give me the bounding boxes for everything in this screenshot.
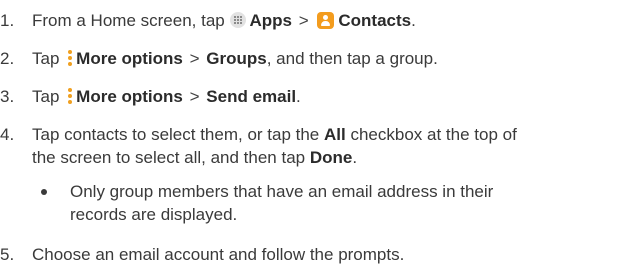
step-text-line-2: the screen to select all, and then tap D… — [32, 146, 642, 169]
step-text-line-1: Tap contacts to select them, or tap the … — [32, 123, 642, 146]
step-suffix: . — [296, 87, 301, 106]
more-options-label: More options — [76, 49, 183, 68]
step-line1-prefix: Tap contacts to select them, or tap the — [32, 125, 320, 144]
step-number: 2. — [0, 49, 15, 68]
step-suffix: , and then tap a group. — [266, 49, 438, 68]
step-prefix: From a Home screen, tap — [32, 11, 225, 30]
done-label: Done — [309, 148, 353, 167]
groups-label: Groups — [206, 49, 267, 68]
send-email-label: Send email — [206, 87, 297, 106]
step-line2-suffix: . — [352, 148, 358, 167]
bullet-dot — [41, 189, 47, 195]
step-prefix: Tap — [32, 49, 60, 68]
contacts-app-icon — [317, 12, 335, 29]
menu-separator: > — [189, 87, 200, 106]
note-line-1: Only group members that have an email ad… — [70, 182, 494, 201]
step-suffix: . — [411, 11, 416, 30]
apps-label: Apps — [249, 11, 292, 30]
menu-separator: > — [298, 11, 309, 30]
step-line1-suffix: checkbox at the top of — [350, 125, 517, 144]
more-options-label: More options — [76, 87, 183, 106]
step-text: From a Home screen, tap Apps > Contacts. — [32, 9, 642, 32]
step-text: Tap More options > Send email. — [32, 85, 642, 108]
apps-grid-icon — [230, 12, 247, 28]
step-number: 5. — [0, 245, 15, 264]
more-options-icon — [67, 88, 73, 104]
contacts-label: Contacts — [338, 11, 412, 30]
step-number: 1. — [0, 11, 15, 30]
more-options-icon — [67, 50, 73, 66]
step-text: Choose an email account and follow the p… — [32, 245, 405, 264]
note-line-2: records are displayed. — [70, 205, 238, 224]
step-line2-prefix: the screen to select all, and then tap — [32, 148, 306, 167]
menu-separator: > — [189, 49, 200, 68]
step-number: 4. — [0, 125, 15, 144]
step-number: 3. — [0, 87, 15, 106]
step-prefix: Tap — [32, 87, 60, 106]
all-checkbox-label: All — [324, 125, 346, 144]
step-text: Tap More options > Groups, and then tap … — [32, 47, 642, 70]
